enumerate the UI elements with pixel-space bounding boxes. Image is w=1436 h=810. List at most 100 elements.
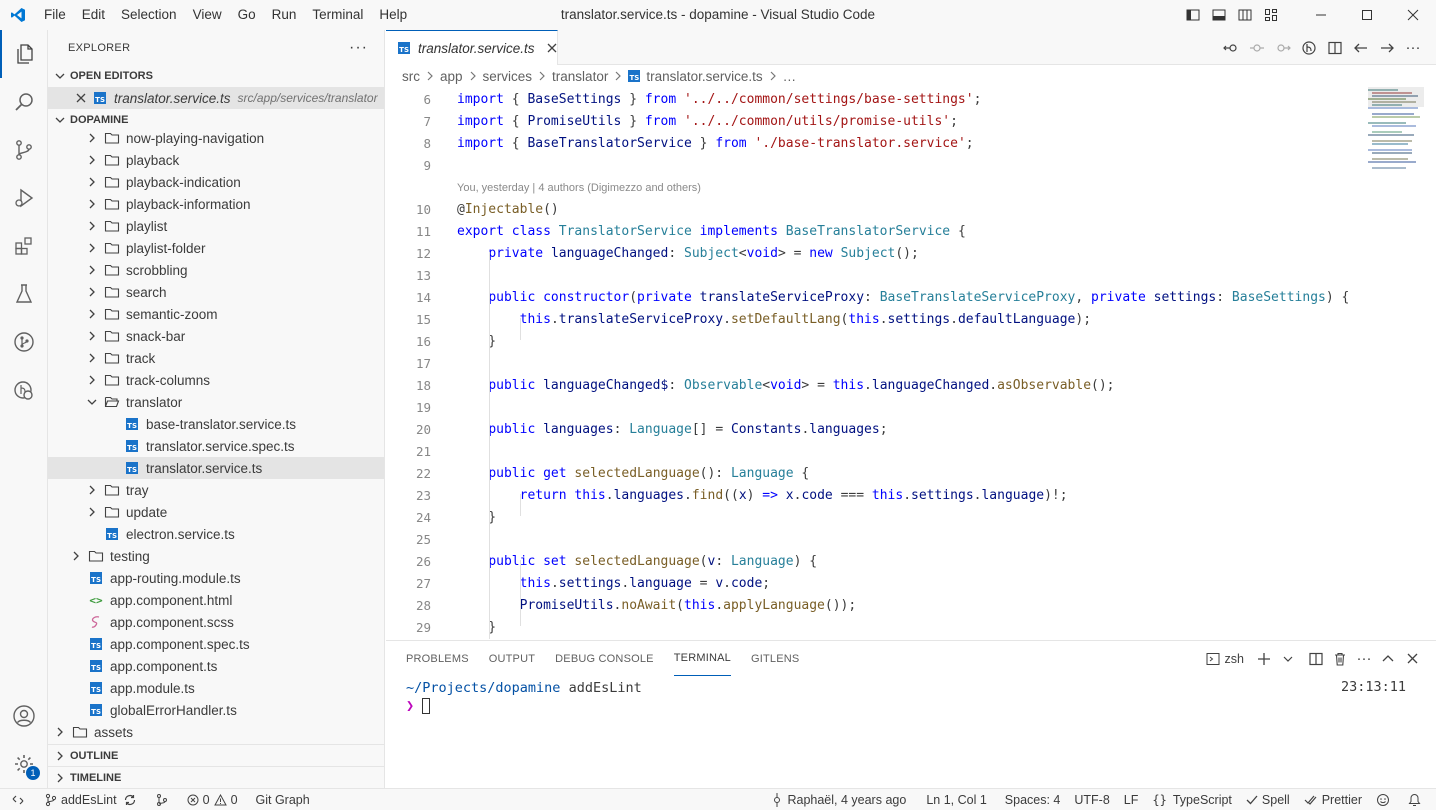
gitlens-next-revision-icon[interactable] [1270, 30, 1296, 65]
file-item[interactable]: TS electron.service.ts [48, 523, 384, 545]
menu-item-go[interactable]: Go [230, 0, 264, 30]
code-editor[interactable]: 6 import { BaseSettings } from '../../com… [386, 87, 1358, 639]
panel-tab-problems[interactable]: PROBLEMS [406, 641, 469, 676]
search-icon[interactable] [0, 78, 48, 126]
split-editor-icon[interactable] [1322, 30, 1348, 65]
go-back-icon[interactable] [1348, 30, 1374, 65]
toggle-secondary-sidebar-icon[interactable] [1232, 0, 1258, 30]
folder-item[interactable]: update [48, 501, 384, 523]
menu-item-selection[interactable]: Selection [113, 0, 185, 30]
file-item[interactable]: app.component.scss [48, 611, 384, 633]
manage-gear-icon[interactable]: 1 [0, 740, 48, 788]
remote-indicator[interactable] [0, 789, 38, 810]
go-forward-icon[interactable] [1374, 30, 1400, 65]
more-actions-icon[interactable]: ··· [349, 39, 368, 57]
menu-item-view[interactable]: View [185, 0, 230, 30]
accounts-icon[interactable] [0, 692, 48, 740]
breadcrumb-item[interactable]: translator [552, 69, 608, 84]
panel-tab-output[interactable]: OUTPUT [489, 641, 535, 676]
language-mode[interactable]: {} TypeScript [1145, 789, 1239, 810]
breadcrumb-item[interactable]: translator.service.ts [646, 69, 762, 84]
menu-item-edit[interactable]: Edit [74, 0, 113, 30]
codelens-blame[interactable]: You, yesterday | 4 authors (Digimezzo an… [457, 177, 701, 199]
terminal-shell-selector[interactable]: zsh [1206, 641, 1244, 676]
branch-indicator[interactable]: addEsLint [38, 789, 148, 810]
breadcrumb-item[interactable]: app [440, 69, 463, 84]
folder-item[interactable]: playlist [48, 215, 384, 237]
split-terminal-icon[interactable] [1304, 641, 1328, 676]
source-control-icon[interactable] [0, 126, 48, 174]
folder-item[interactable]: snack-bar [48, 325, 384, 347]
menu-item-run[interactable]: Run [264, 0, 305, 30]
panel-tab-terminal[interactable]: TERMINAL [673, 641, 731, 676]
kill-terminal-icon[interactable] [1328, 641, 1352, 676]
menu-item-file[interactable]: File [36, 0, 74, 30]
file-item[interactable]: TS app.component.spec.ts [48, 633, 384, 655]
folder-item[interactable]: track [48, 347, 384, 369]
problems-indicator[interactable]: 0 0 [180, 789, 245, 810]
file-item[interactable]: TS globalErrorHandler.ts [48, 699, 384, 721]
run-debug-icon[interactable] [0, 174, 48, 222]
gitlens-compare-icon[interactable] [1296, 30, 1322, 65]
git-graph-icon[interactable] [0, 366, 48, 414]
terminal-output[interactable]: ~/Projects/dopamine addEsLint ❯ [406, 679, 642, 715]
folder-item[interactable]: playback-information [48, 193, 384, 215]
chevron-down-icon[interactable] [1276, 641, 1300, 676]
breadcrumb-item[interactable]: services [483, 69, 533, 84]
gitlens-revision-icon[interactable] [1244, 30, 1270, 65]
outline-section[interactable]: OUTLINE [48, 744, 384, 766]
file-item[interactable]: TS app.component.ts [48, 655, 384, 677]
folder-item[interactable]: playlist-folder [48, 237, 384, 259]
blame-indicator[interactable]: Raphaël, 4 years ago [764, 789, 913, 810]
menu-item-terminal[interactable]: Terminal [304, 0, 371, 30]
file-item[interactable]: TS translator.service.spec.ts [48, 435, 384, 457]
prettier-status[interactable]: Prettier [1297, 789, 1369, 810]
indentation[interactable]: Spaces: 4 [998, 789, 1068, 810]
menu-item-help[interactable]: Help [371, 0, 415, 30]
encoding[interactable]: UTF-8 [1067, 789, 1116, 810]
timeline-section[interactable]: TIMELINE [48, 766, 384, 788]
folder-item[interactable]: now-playing-navigation [48, 127, 384, 149]
spell-checker[interactable]: Spell [1239, 789, 1297, 810]
end-of-line[interactable]: LF [1117, 789, 1146, 810]
maximize-icon[interactable] [1344, 0, 1390, 30]
file-item[interactable]: TS base-translator.service.ts [48, 413, 384, 435]
extensions-icon[interactable] [0, 222, 48, 270]
more-actions-icon[interactable]: ··· [1400, 30, 1426, 65]
folder-item[interactable]: playback-indication [48, 171, 384, 193]
toggle-primary-sidebar-icon[interactable] [1180, 0, 1206, 30]
git-graph-button[interactable]: Git Graph [249, 789, 317, 810]
file-item[interactable]: TS app.module.ts [48, 677, 384, 699]
folder-item[interactable]: testing [48, 545, 384, 567]
new-terminal-icon[interactable] [1252, 641, 1276, 676]
notifications-bell-icon[interactable] [1401, 789, 1432, 810]
file-item[interactable]: TS translator.service.ts [48, 457, 384, 479]
customize-layout-icon[interactable] [1258, 0, 1284, 30]
minimize-icon[interactable] [1298, 0, 1344, 30]
gitlens-previous-revision-icon[interactable] [1218, 30, 1244, 65]
folder-item[interactable]: scrobbling [48, 259, 384, 281]
feedback-icon[interactable] [1369, 789, 1401, 810]
more-actions-icon[interactable]: ··· [1352, 641, 1376, 676]
folder-item[interactable]: track-columns [48, 369, 384, 391]
close-panel-icon[interactable] [1400, 641, 1424, 676]
tab-translator-service[interactable]: TS translator.service.ts [386, 30, 558, 65]
gitlens-icon[interactable] [0, 318, 48, 366]
close-tab-icon[interactable] [547, 41, 557, 56]
breadcrumb-item[interactable]: … [783, 69, 797, 84]
testing-flask-icon[interactable] [0, 270, 48, 318]
folder-item[interactable]: tray [48, 479, 384, 501]
cursor-position[interactable]: Ln 1, Col 1 [919, 789, 993, 810]
folder-item[interactable]: assets [48, 721, 384, 743]
sync-icon[interactable] [123, 793, 137, 807]
maximize-panel-icon[interactable] [1376, 641, 1400, 676]
open-editor-item[interactable]: TS translator.service.ts src/app/service… [48, 87, 384, 109]
folder-item[interactable]: search [48, 281, 384, 303]
file-item[interactable]: <> app.component.html [48, 589, 384, 611]
breadcrumb-item[interactable]: src [402, 69, 420, 84]
minimap[interactable] [1368, 87, 1424, 187]
folder-item[interactable]: semantic-zoom [48, 303, 384, 325]
folder-item[interactable]: translator [48, 391, 384, 413]
panel-tab-gitlens[interactable]: GITLENS [751, 641, 799, 676]
gitlens-status-icon[interactable] [148, 789, 180, 810]
